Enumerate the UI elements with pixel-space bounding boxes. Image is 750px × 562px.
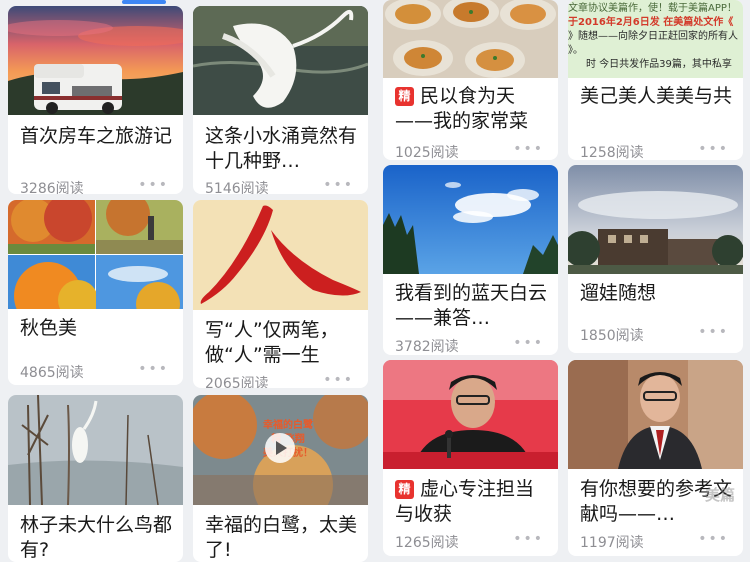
article-card-home-cooking[interactable]: 精民以食为天——我的家常菜 1025阅读 ••• <box>383 0 558 160</box>
article-thumbnail <box>383 0 558 78</box>
more-options-button[interactable]: ••• <box>513 335 544 351</box>
more-options-button[interactable]: ••• <box>323 177 354 193</box>
article-card-ren[interactable]: 写“人”仅两笔，做“人”需一生 2065阅读 ••• <box>193 200 368 388</box>
video-thumbnail[interactable]: 幸福的白鹭 精 飞翔 美人打扰！ <box>193 395 368 505</box>
article-thumbnail <box>8 200 183 309</box>
featured-badge: 精 <box>395 480 414 499</box>
scroll-indicator <box>122 0 166 4</box>
read-count: 1850阅读 <box>580 328 644 344</box>
featured-badge: 精 <box>395 87 414 106</box>
article-title: 美己美人美美与共 <box>580 85 733 107</box>
article-title: 林子未大什么鸟都有? <box>20 514 173 561</box>
article-card-blue-sky[interactable]: 我看到的蓝天白云——兼答… 3782阅读 ••• <box>383 165 558 355</box>
article-thumbnail <box>193 200 368 310</box>
article-title: 精民以食为天——我的家常菜 <box>395 85 529 132</box>
more-options-button[interactable]: ••• <box>513 531 544 547</box>
article-card-egret-video[interactable]: 幸福的白鹭 精 飞翔 美人打扰！ 幸福的白鹭，太美了! <box>193 395 368 562</box>
read-count: 1265阅读 <box>395 535 459 551</box>
article-thumbnail <box>193 6 368 115</box>
article-title: 幸福的白鹭，太美了! <box>205 514 358 561</box>
read-count: 3286阅读 <box>20 181 84 194</box>
article-card-autumn[interactable]: 秋色美 4865阅读 ••• <box>8 200 183 385</box>
thumbnail-text: 文章协议美篇作，使！载于美篇APP！ 于2016年2月6日发 在美篇处文作《 》… <box>568 3 738 70</box>
article-thumbnail: 文章协议美篇作，使！载于美篇APP！ 于2016年2月6日发 在美篇处文作《 》… <box>568 0 743 78</box>
read-count: 1025阅读 <box>395 145 459 160</box>
article-thumbnail <box>8 395 183 505</box>
read-count: 5146阅读 <box>205 181 269 194</box>
read-count: 4865阅读 <box>20 365 84 381</box>
article-thumbnail <box>383 360 558 469</box>
more-options-button[interactable]: ••• <box>138 361 169 377</box>
more-options-button[interactable]: ••• <box>698 141 729 157</box>
article-title: 这条小水涌竟然有十几种野… <box>205 125 358 172</box>
article-thumbnail <box>568 165 743 274</box>
article-title: 我看到的蓝天白云——兼答… <box>395 282 548 329</box>
more-options-button[interactable]: ••• <box>513 141 544 157</box>
article-thumbnail <box>383 165 558 274</box>
article-title: 遛娃随想 <box>580 282 657 304</box>
article-thumbnail <box>8 6 183 115</box>
more-options-button[interactable]: ••• <box>323 372 354 388</box>
article-title: 秋色美 <box>20 317 78 339</box>
watermark-logo: 美篇 <box>704 486 735 504</box>
more-options-button[interactable]: ••• <box>698 531 729 547</box>
article-card-birds-woods[interactable]: 林子未大什么鸟都有? <box>8 395 183 562</box>
article-title: 首次房车之旅游记 <box>20 125 173 147</box>
article-card-rv-trip[interactable]: 首次房车之旅游记 3286阅读 ••• <box>8 6 183 194</box>
article-title: 写“人”仅两笔，做“人”需一生 <box>205 319 339 366</box>
read-count: 2065阅读 <box>205 376 269 388</box>
read-count: 1197阅读 <box>580 535 644 551</box>
article-card-references[interactable]: 有你想要的参考文献吗——… 1197阅读 ••• 美篇 <box>568 360 743 556</box>
more-options-button[interactable]: ••• <box>138 177 169 193</box>
read-count: 3782阅读 <box>395 339 459 355</box>
article-title: 精虚心专注担当与收获 <box>395 478 535 525</box>
more-options-button[interactable]: ••• <box>698 324 729 340</box>
article-card-walking-baby[interactable]: 遛娃随想 1850阅读 ••• <box>568 165 743 353</box>
article-card-beauty[interactable]: 文章协议美篇作，使！载于美篇APP！ 于2016年2月6日发 在美篇处文作《 》… <box>568 0 743 160</box>
article-thumbnail <box>568 360 743 469</box>
article-card-humble-focus[interactable]: 精虚心专注担当与收获 1265阅读 ••• <box>383 360 558 556</box>
read-count: 1258阅读 <box>580 145 644 160</box>
article-card-egret-stream[interactable]: 这条小水涌竟然有十几种野… 5146阅读 ••• <box>193 6 368 194</box>
play-icon[interactable] <box>265 433 295 463</box>
